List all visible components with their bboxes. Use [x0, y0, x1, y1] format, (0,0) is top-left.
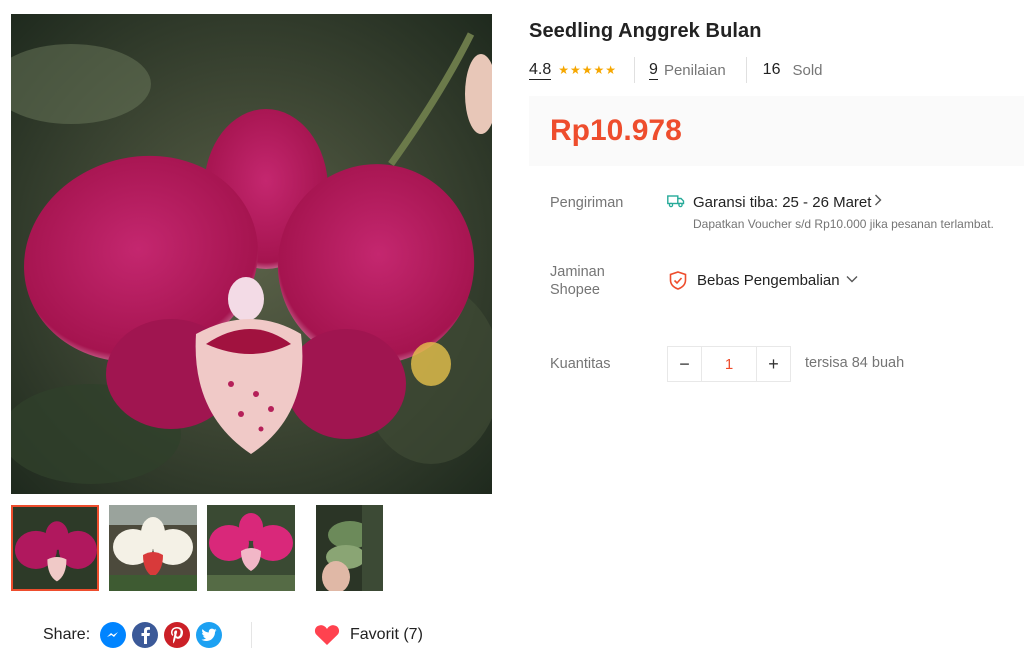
main-product-image[interactable]	[11, 14, 492, 494]
messenger-icon[interactable]	[100, 622, 127, 648]
guarantee-label: Jaminan Shopee	[550, 263, 605, 299]
guarantee-label-line1: Jaminan	[550, 264, 605, 280]
stats-divider	[634, 57, 636, 83]
favorite-button[interactable]: Favorit (7)	[314, 620, 423, 650]
quantity-label: Kuantitas	[550, 356, 611, 372]
product-title: Seedling Anggrek Bulan	[529, 20, 762, 42]
twitter-icon[interactable]	[196, 622, 223, 648]
reviews-label: Penilaian	[663, 61, 726, 79]
guarantee-label-line2: Shopee	[550, 282, 600, 298]
share-divider	[251, 622, 252, 648]
chevron-right-icon[interactable]	[873, 193, 883, 211]
quantity-stepper: − +	[667, 346, 791, 382]
sold-count: 16	[762, 61, 781, 78]
shipping-guarantee[interactable]: Garansi tiba: 25 - 26 Maret	[693, 194, 871, 211]
price-box: Rp10.978	[529, 96, 1024, 166]
increase-quantity-button[interactable]: +	[757, 347, 790, 381]
shield-icon	[669, 271, 687, 290]
thumbnail-4[interactable]	[316, 505, 383, 591]
rating-value[interactable]: 4.8	[529, 61, 552, 80]
sold-label: Sold	[792, 61, 823, 79]
shipping-label: Pengiriman	[550, 195, 624, 211]
chevron-down-icon[interactable]	[845, 272, 859, 286]
pinterest-icon[interactable]	[164, 622, 191, 648]
voucher-note: Dapatkan Voucher s/d Rp10.000 jika pesan…	[693, 217, 994, 231]
decrease-quantity-button[interactable]: −	[668, 347, 701, 381]
heart-icon	[314, 625, 340, 645]
thumbnail-3[interactable]	[207, 505, 295, 591]
stats-divider	[745, 57, 747, 83]
thumbnail-1[interactable]	[11, 505, 99, 591]
guarantee-value[interactable]: Bebas Pengembalian	[697, 272, 840, 289]
product-price: Rp10.978	[550, 114, 682, 147]
facebook-icon[interactable]	[132, 622, 159, 648]
reviews-count[interactable]: 9	[649, 61, 658, 80]
share-row: Share:	[43, 620, 223, 650]
thumbnail-2[interactable]	[109, 505, 197, 591]
product-stats: 4.8 ★★★★★ 9 Penilaian 16 Sold	[529, 56, 823, 84]
share-label: Share:	[43, 626, 91, 643]
stock-remaining: tersisa 84 buah	[805, 355, 905, 371]
favorite-label: Favorit (7)	[350, 626, 423, 643]
rating-stars-icon: ★★★★★	[558, 63, 618, 77]
quantity-input[interactable]	[701, 347, 757, 381]
truck-icon	[667, 195, 685, 208]
